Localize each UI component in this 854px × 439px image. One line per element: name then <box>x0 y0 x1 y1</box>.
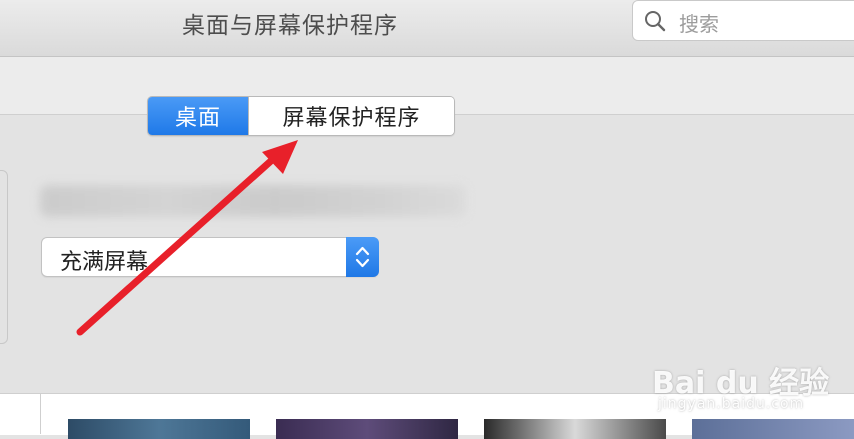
search-icon <box>645 11 666 32</box>
wallpaper-thumbnail[interactable] <box>484 419 666 439</box>
desktop-preview-panel <box>0 170 8 344</box>
blurred-image-name <box>40 185 466 217</box>
sidebar-divider <box>40 393 41 434</box>
window-title: 桌面与屏幕保护程序 <box>182 13 398 39</box>
wallpaper-thumbnail[interactable] <box>68 419 250 439</box>
watermark-url: jingyan.baidu.com <box>658 396 805 412</box>
search-field[interactable]: 搜索 <box>632 0 854 41</box>
tab-screensaver[interactable]: 屏幕保护程序 <box>248 97 454 135</box>
search-placeholder: 搜索 <box>679 12 719 36</box>
window-titlebar: 桌面与屏幕保护程序 搜索 <box>0 0 854 57</box>
wallpaper-thumbnail[interactable] <box>692 419 854 439</box>
tab-switcher: 桌面 屏幕保护程序 <box>147 96 455 136</box>
fill-mode-dropdown[interactable]: 充满屏幕 <box>41 237 379 277</box>
wallpaper-thumbnail[interactable] <box>276 419 458 439</box>
chevron-updown-icon <box>355 246 370 268</box>
fill-mode-value: 充满屏幕 <box>60 250 149 275</box>
tab-desktop[interactable]: 桌面 <box>148 97 248 135</box>
dropdown-stepper[interactable] <box>346 237 379 277</box>
watermark-logo: Bai du 经验 jingyan.baidu.com <box>652 340 852 420</box>
